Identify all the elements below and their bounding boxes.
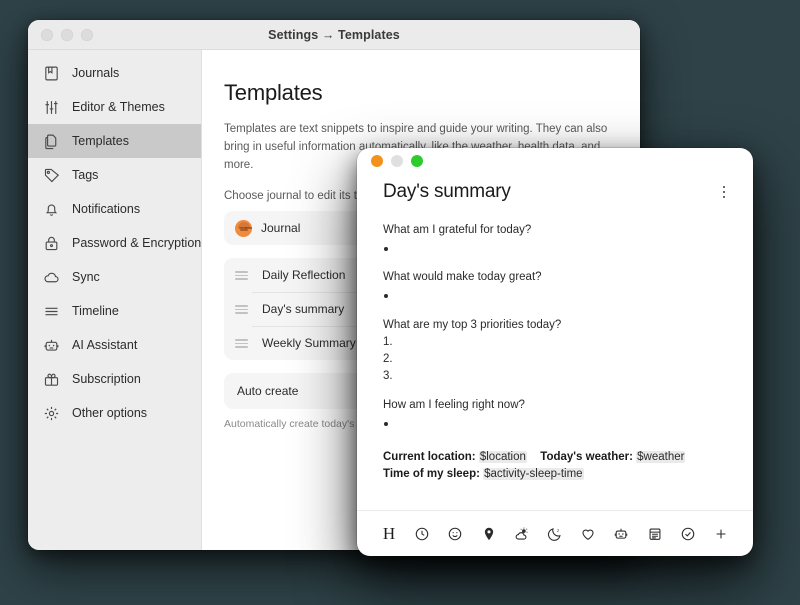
template-name: Day's summary (262, 302, 345, 317)
editor-header: Day's summary (357, 174, 753, 210)
variable-token: $weather (636, 450, 686, 463)
copy-icon (42, 132, 60, 150)
template-block: What am I grateful for today? (383, 222, 729, 256)
template-question: What would make today great? (383, 271, 542, 284)
lines-icon (42, 302, 60, 320)
variable-token: $activity-sleep-time (483, 468, 584, 481)
heading-icon[interactable]: H (378, 523, 400, 545)
journal-avatar (235, 219, 252, 237)
drag-handle-icon[interactable] (235, 304, 248, 314)
numbered-item: 1. (383, 336, 393, 349)
sidebar-item-password-encryption[interactable]: Password & Encryption (28, 226, 201, 260)
weather-icon[interactable] (511, 523, 533, 545)
sidebar-item-label: Editor & Themes (72, 100, 165, 114)
template-block: What are my top 3 priorities today? 1. 2… (383, 317, 729, 385)
sidebar-item-journals[interactable]: Journals (28, 56, 201, 90)
sidebar-item-ai-assistant[interactable]: AI Assistant (28, 328, 201, 362)
tag-icon (42, 166, 60, 184)
bullet-item (383, 240, 729, 257)
sidebar-item-label: Other options (72, 406, 148, 420)
gear-icon (42, 404, 60, 422)
editor-body[interactable]: What am I grateful for today? What would… (357, 210, 753, 510)
auto-create-label: Auto create (237, 384, 299, 399)
template-block: How am I feeling right now? (383, 397, 729, 431)
journal-name: Journal (261, 221, 301, 236)
sliders-icon (42, 98, 60, 116)
settings-titlebar: Settings → Templates (28, 20, 640, 50)
editor-titlebar (357, 148, 753, 174)
zoom-button[interactable] (411, 155, 423, 167)
variable-label: Current location: (383, 450, 476, 463)
variable-line: Current location: $location Today's weat… (383, 449, 729, 466)
sidebar-item-editor-themes[interactable]: Editor & Themes (28, 90, 201, 124)
sidebar-item-label: Password & Encryption (72, 236, 202, 250)
variables-block: Current location: $location Today's weat… (383, 449, 729, 483)
variable-label: Time of my sleep: (383, 468, 480, 481)
window-title: Settings → Templates (268, 27, 400, 42)
sidebar-item-label: AI Assistant (72, 338, 138, 352)
minimize-button[interactable] (391, 155, 403, 167)
cloud-icon (42, 268, 60, 286)
variable-label: Today's weather: (540, 450, 633, 463)
robot-icon (42, 336, 60, 354)
sidebar-item-label: Notifications (72, 202, 141, 216)
page-title: Templates (224, 80, 323, 105)
sidebar-item-other-options[interactable]: Other options (28, 396, 201, 430)
bullet-item (383, 415, 729, 432)
sidebar-item-templates[interactable]: Templates (28, 124, 201, 158)
template-name: Weekly Summary (262, 336, 356, 351)
sidebar-item-label: Tags (72, 168, 99, 182)
bell-icon (42, 200, 60, 218)
editor-traffic-lights (357, 155, 423, 167)
template-editor-window: Day's summary What am I grateful for tod… (357, 148, 753, 556)
variable-token: $location (478, 450, 527, 463)
template-question: What are my top 3 priorities today? (383, 318, 562, 331)
sidebar-item-label: Journals (72, 66, 120, 80)
sidebar-item-label: Templates (72, 134, 129, 148)
heading-label: H (382, 524, 396, 543)
minimize-button[interactable] (61, 28, 73, 41)
bullet-item (383, 287, 729, 304)
zoom-button[interactable] (81, 28, 93, 41)
sidebar-item-subscription[interactable]: Subscription (28, 362, 201, 396)
sleep-moon-icon[interactable]: z (544, 523, 566, 545)
template-question: How am I feeling right now? (383, 399, 525, 412)
sidebar-item-notifications[interactable]: Notifications (28, 192, 201, 226)
heart-icon[interactable] (577, 523, 599, 545)
smiley-icon[interactable] (444, 523, 466, 545)
template-block: What would make today great? (383, 269, 729, 303)
template-name: Daily Reflection (262, 268, 346, 283)
plus-icon[interactable] (710, 523, 732, 545)
sidebar-item-sync[interactable]: Sync (28, 260, 201, 294)
more-options-icon[interactable] (715, 183, 733, 201)
variable-line: Time of my sleep: $activity-sleep-time (383, 466, 729, 483)
close-button[interactable] (41, 28, 53, 41)
calendar-icon[interactable] (644, 523, 666, 545)
drag-handle-icon[interactable] (235, 338, 248, 348)
close-button[interactable] (371, 155, 383, 167)
lock-icon (42, 234, 60, 252)
svg-text:z: z (557, 528, 560, 533)
settings-traffic-lights (28, 28, 93, 41)
numbered-item: 2. (383, 353, 393, 366)
clock-icon[interactable] (411, 523, 433, 545)
editor-toolbar: H z (357, 510, 753, 556)
template-question: What am I grateful for today? (383, 224, 532, 236)
sidebar: Journals Editor & Themes Templates Tags … (28, 50, 202, 550)
sidebar-item-label: Subscription (72, 372, 141, 386)
editor-title: Day's summary (383, 181, 511, 202)
robot-icon[interactable] (610, 523, 632, 545)
sidebar-item-timeline[interactable]: Timeline (28, 294, 201, 328)
sidebar-item-label: Timeline (72, 304, 119, 318)
location-pin-icon[interactable] (478, 523, 500, 545)
sidebar-item-tags[interactable]: Tags (28, 158, 201, 192)
drag-handle-icon[interactable] (235, 270, 248, 280)
gift-icon (42, 370, 60, 388)
sidebar-item-label: Sync (72, 270, 100, 284)
check-circle-icon[interactable] (677, 523, 699, 545)
numbered-item: 3. (383, 369, 393, 382)
book-icon (42, 64, 60, 82)
